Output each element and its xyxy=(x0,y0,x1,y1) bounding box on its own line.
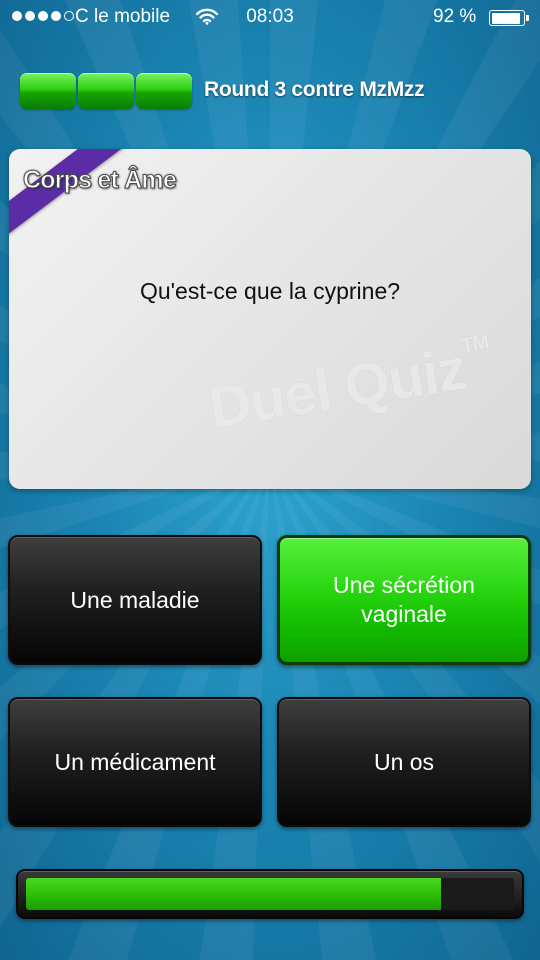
category-label: Corps et Âme xyxy=(23,166,178,195)
timer-track xyxy=(26,878,514,910)
answer-label: Un os xyxy=(373,748,435,775)
answer-button[interactable]: Un os xyxy=(277,697,531,827)
answer-label: Une maladie xyxy=(70,586,200,613)
battery-percent: 92 % xyxy=(433,6,477,27)
battery-level xyxy=(491,12,520,24)
round-indicator xyxy=(20,73,76,109)
category-ribbon xyxy=(9,149,125,249)
status-bar: C le mobile 08:03 92 % xyxy=(0,0,540,34)
round-progress xyxy=(20,73,192,109)
battery-nub xyxy=(526,15,529,21)
answer-label: Un médicament xyxy=(54,748,216,775)
duel-quiz-watermark: Duel QuizTM xyxy=(205,331,497,442)
timer-fill xyxy=(26,878,441,910)
watermark-text: Duel Quiz xyxy=(204,336,471,442)
answer-label: Une sécrétion vaginale xyxy=(333,572,475,627)
timer-bar xyxy=(16,869,524,919)
trademark-symbol: TM xyxy=(459,331,490,358)
question-card: Corps et Âme Qu'est-ce que la cyprine? D… xyxy=(9,149,531,489)
round-indicator xyxy=(136,73,192,109)
battery-icon xyxy=(489,10,525,26)
answer-button-correct[interactable]: Une sécrétion vaginale xyxy=(277,535,531,665)
question-text: Qu'est-ce que la cyprine? xyxy=(139,278,401,304)
answer-button[interactable]: Un médicament xyxy=(8,697,262,827)
round-indicator xyxy=(78,73,134,109)
round-title: Round 3 contre MzMzz xyxy=(204,78,425,101)
answer-button[interactable]: Une maladie xyxy=(8,535,262,665)
